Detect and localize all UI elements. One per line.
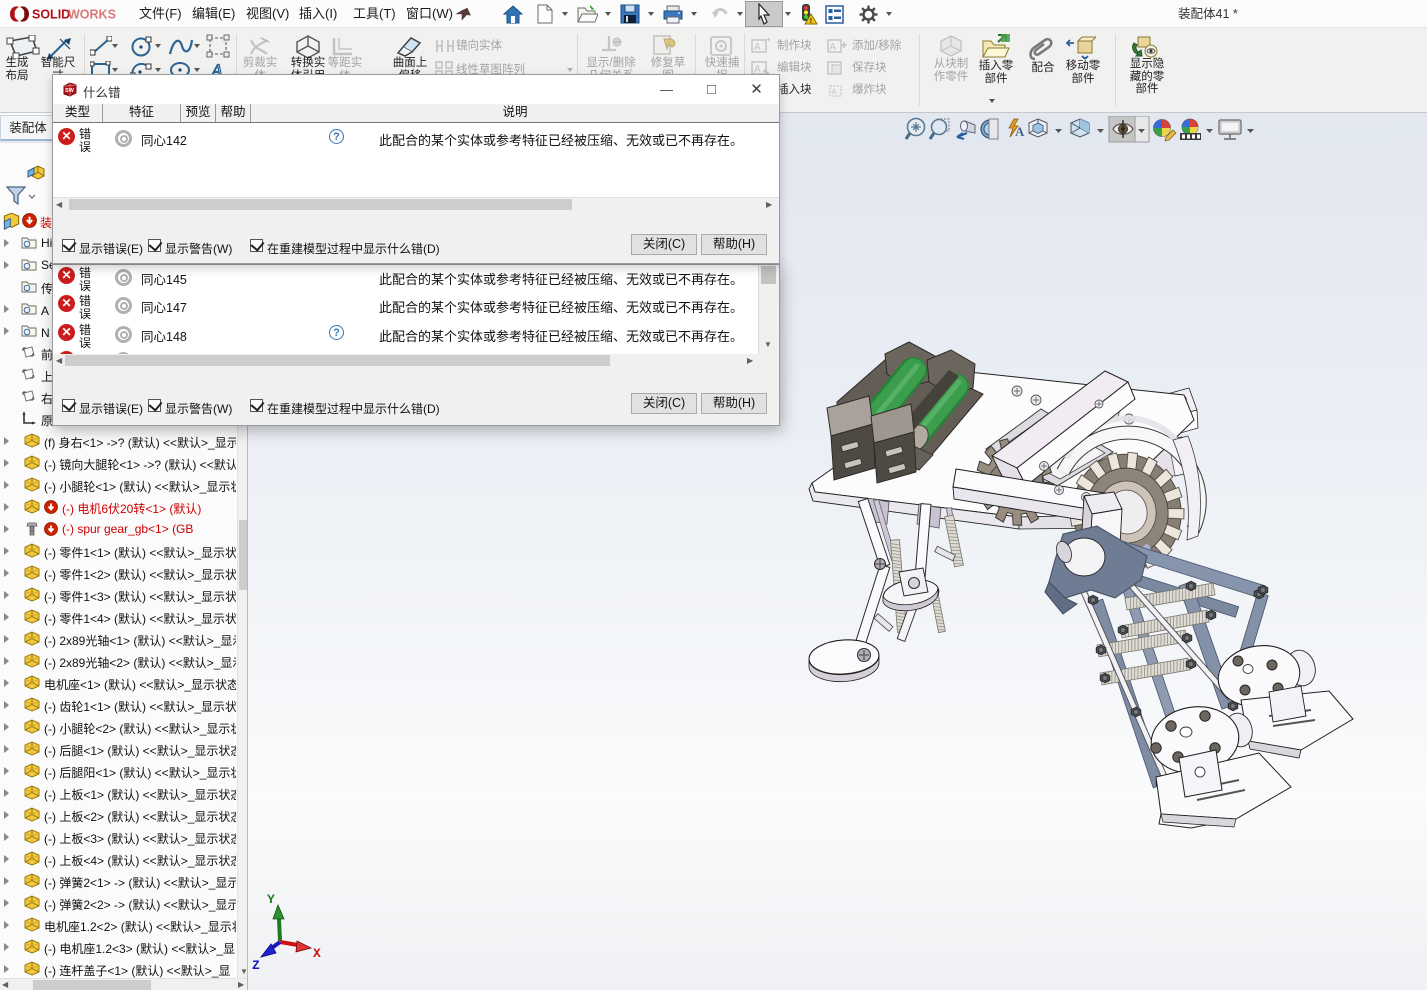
svg-text:A: A: [830, 42, 837, 53]
svg-text:WORKS: WORKS: [68, 8, 116, 22]
svg-text:SOLID: SOLID: [32, 8, 70, 22]
svg-text:!: !: [810, 18, 812, 25]
svg-text:A: A: [754, 42, 761, 53]
svg-text:SW: SW: [65, 88, 75, 94]
svg-text:Y: Y: [267, 892, 275, 907]
svg-text:A: A: [1015, 124, 1025, 139]
svg-text:A: A: [832, 88, 838, 97]
svg-text:X: X: [313, 946, 321, 961]
svg-text:Z: Z: [252, 958, 260, 973]
